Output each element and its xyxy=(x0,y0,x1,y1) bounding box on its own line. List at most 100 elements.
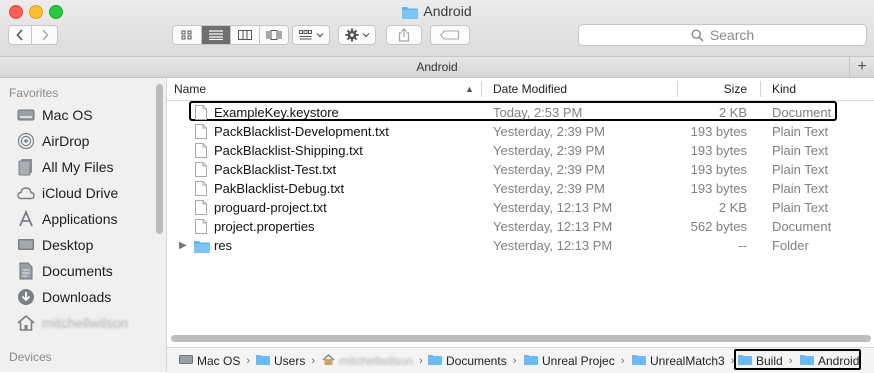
file-kind: Document xyxy=(772,219,832,234)
file-size: 193 bytes xyxy=(690,124,747,139)
folder-icon xyxy=(194,239,210,258)
file-date: Today, 2:53 PM xyxy=(493,105,583,120)
file-list: Name ▲ Date Modified Size Kind ExampleKe… xyxy=(167,78,874,347)
sidebar-item-all-my-files[interactable]: All My Files xyxy=(16,156,114,178)
column-divider xyxy=(677,81,678,97)
list-icon xyxy=(209,30,223,40)
sort-ascending-icon: ▲ xyxy=(465,84,474,94)
column-kind-header[interactable]: Kind xyxy=(772,78,796,100)
gear-icon xyxy=(345,28,358,42)
folder-icon xyxy=(428,354,442,368)
sidebar-heading-devices: Devices xyxy=(9,350,52,364)
cloud-icon xyxy=(16,183,36,203)
file-date: Yesterday, 2:39 PM xyxy=(493,124,606,139)
file-row[interactable]: PackBlacklist-Shipping.txt Yesterday, 2:… xyxy=(167,141,874,160)
path-item-unrealmatch3[interactable]: UnrealMatch3 › xyxy=(632,353,740,369)
column-name-header[interactable]: Name xyxy=(174,78,206,100)
sidebar-item-desktop[interactable]: Desktop xyxy=(16,234,93,256)
window-title: Android xyxy=(0,3,874,22)
file-date: Yesterday, 12:13 PM xyxy=(493,219,613,234)
column-view-button[interactable] xyxy=(231,26,260,44)
column-divider xyxy=(760,81,761,97)
sidebar-item-documents[interactable]: Documents xyxy=(16,260,113,282)
file-kind: Plain Text xyxy=(772,124,829,139)
file-name: PakBlacklist-Debug.txt xyxy=(214,181,345,196)
forward-button[interactable] xyxy=(32,25,58,45)
file-size: 193 bytes xyxy=(690,181,747,196)
chevron-right-icon: › xyxy=(246,355,251,367)
folder-icon xyxy=(524,354,538,368)
file-row[interactable]: PackBlacklist-Test.txt Yesterday, 2:39 P… xyxy=(167,160,874,179)
file-row[interactable]: PackBlacklist-Development.txt Yesterday,… xyxy=(167,122,874,141)
sidebar-scrollbar[interactable] xyxy=(156,84,163,234)
desktop-icon xyxy=(16,235,36,255)
icon-view-button[interactable] xyxy=(173,26,202,44)
icon-grid-icon xyxy=(181,30,192,40)
chevron-left-icon xyxy=(16,29,23,41)
folder-icon xyxy=(800,354,814,368)
path-item-users[interactable]: Users › xyxy=(256,353,321,369)
cover-flow-view-button[interactable] xyxy=(260,26,288,44)
path-item-label: mitchellwilson xyxy=(339,354,414,368)
sidebar-item-icloud-drive[interactable]: iCloud Drive xyxy=(16,182,118,204)
file-size: 2 KB xyxy=(718,200,747,215)
path-item-documents[interactable]: Documents › xyxy=(428,353,522,369)
sidebar-item-label: All My Files xyxy=(42,159,114,175)
folder-icon xyxy=(632,354,646,368)
horizontal-scrollbar[interactable] xyxy=(171,335,871,342)
path-item-mac-os[interactable]: Mac OS › xyxy=(179,353,256,369)
view-mode-selector xyxy=(172,25,289,45)
window-title-text: Android xyxy=(423,3,472,19)
path-bar: Mac OS › Users › mitchellwilson › Docume… xyxy=(167,347,874,373)
column-date-header[interactable]: Date Modified xyxy=(493,78,567,100)
path-item-label: Android xyxy=(818,354,860,368)
file-size: 2 KB xyxy=(718,105,747,120)
file-name: res xyxy=(214,238,233,253)
add-tab-button[interactable]: + xyxy=(849,57,874,77)
file-row[interactable]: ExampleKey.keystore Today, 2:53 PM 2 KB … xyxy=(167,103,874,122)
chevron-right-icon xyxy=(41,29,49,41)
file-row[interactable]: PakBlacklist-Debug.txt Yesterday, 2:39 P… xyxy=(167,179,874,198)
file-kind: Plain Text xyxy=(772,162,829,177)
column-divider xyxy=(481,81,482,97)
tag-icon xyxy=(440,30,460,40)
path-item-unreal-projects[interactable]: Unreal Projec › xyxy=(524,353,630,369)
sidebar-item-home[interactable]: mitchellwilson xyxy=(16,312,128,334)
path-item-build[interactable]: Build › xyxy=(738,353,798,369)
file-name: PackBlacklist-Test.txt xyxy=(214,162,337,177)
finder-window: Android Search Android + Favorites Mac O… xyxy=(0,0,874,373)
column-size-header[interactable]: Size xyxy=(724,78,747,100)
folder-row[interactable]: ▶ res Yesterday, 12:13 PM -- Folder xyxy=(167,236,874,255)
sidebar-item-label: AirDrop xyxy=(42,133,90,149)
sidebar-item-downloads[interactable]: Downloads xyxy=(16,286,111,308)
disclosure-triangle-icon[interactable]: ▶ xyxy=(179,236,187,255)
file-name: PackBlacklist-Development.txt xyxy=(214,124,389,139)
action-button[interactable] xyxy=(338,25,376,45)
share-button[interactable] xyxy=(386,25,422,45)
back-button[interactable] xyxy=(8,25,32,45)
downloads-icon xyxy=(16,287,36,307)
columns-icon xyxy=(238,30,252,40)
file-kind: Document xyxy=(772,105,832,120)
file-row[interactable]: project.properties Yesterday, 12:13 PM 5… xyxy=(167,217,874,236)
path-item-label: Unreal Projec xyxy=(542,354,615,368)
hard-drive-icon xyxy=(179,354,193,368)
sidebar-item-airdrop[interactable]: AirDrop xyxy=(16,130,89,152)
home-icon xyxy=(322,353,335,369)
search-field[interactable]: Search xyxy=(578,24,867,46)
file-row[interactable]: proguard-project.txt Yesterday, 12:13 PM… xyxy=(167,198,874,217)
file-kind: Folder xyxy=(772,238,809,253)
sidebar-item-label: Mac OS xyxy=(42,107,93,123)
file-name: project.properties xyxy=(214,219,315,234)
arrange-button[interactable] xyxy=(292,25,330,45)
path-item-label: Documents xyxy=(446,354,507,368)
sidebar-item-mac-os[interactable]: Mac OS xyxy=(16,104,93,126)
sidebar-item-applications[interactable]: Applications xyxy=(16,208,118,230)
folder-icon xyxy=(256,354,270,368)
path-item-home[interactable]: mitchellwilson › xyxy=(322,353,429,369)
chevron-right-icon: › xyxy=(311,355,316,367)
path-item-android[interactable]: Android xyxy=(800,353,859,369)
all-files-icon xyxy=(16,157,36,177)
list-view-button[interactable] xyxy=(202,26,231,44)
tags-button[interactable] xyxy=(430,25,470,45)
